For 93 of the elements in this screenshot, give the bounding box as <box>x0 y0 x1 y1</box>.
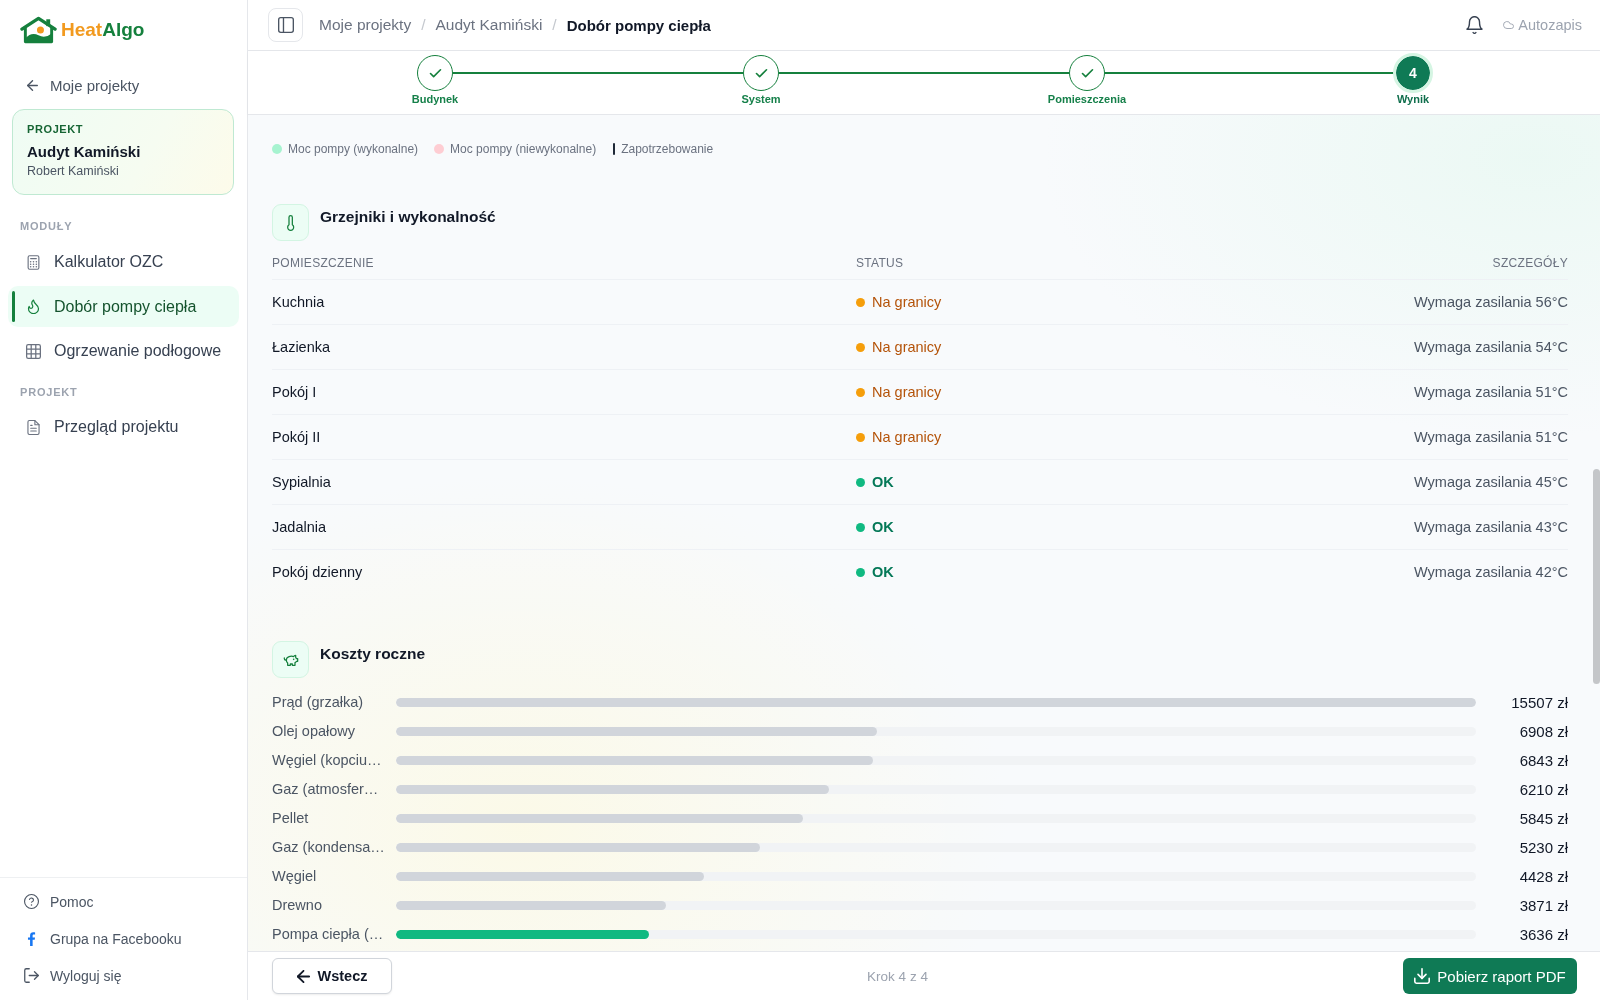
legend-label: Moc pompy (niewykonalne) <box>450 142 597 156</box>
step-check-icon[interactable] <box>743 55 779 91</box>
autosave-status: Autozapis <box>1518 17 1582 33</box>
section-heading: MODUŁY <box>19 220 73 233</box>
breadcrumb-current: Dobór pompy ciepła <box>566 16 711 34</box>
status-label: Na granicy <box>872 294 942 310</box>
section-title: Koszty roczne <box>320 644 426 664</box>
legend-label: Zapotrzebowanie <box>621 142 714 156</box>
cost-value: 3636 zł <box>1519 925 1568 943</box>
logout-icon <box>24 968 39 983</box>
step-counter: Krok 4 z 4 <box>867 968 928 984</box>
cost-label: Drewno <box>272 897 322 913</box>
nav-item[interactable]: Dobór pompy ciepła <box>8 286 239 327</box>
room-name: Pokój I <box>272 384 317 400</box>
breadcrumb-link[interactable]: Audyt Kamiński <box>435 16 543 34</box>
column-header: STATUS <box>856 256 904 271</box>
details-text: Wymaga zasilania 51°C <box>1414 429 1568 445</box>
status-label: OK <box>872 519 894 535</box>
panel-icon <box>277 17 294 33</box>
cost-value: 6843 zł <box>1519 751 1568 769</box>
flame-icon <box>26 299 41 314</box>
status-label: OK <box>872 564 894 580</box>
scrollbar-thumb[interactable] <box>1593 469 1600 684</box>
room-name: Kuchnia <box>272 294 325 310</box>
bell-icon[interactable] <box>1466 16 1484 34</box>
breadcrumb-link[interactable]: Moje projekty <box>319 16 412 34</box>
nav-item[interactable]: Przegląd projektu <box>8 406 239 448</box>
status-label: OK <box>872 474 894 490</box>
back-button[interactable]: Wstecz <box>272 958 392 994</box>
step-check-icon[interactable] <box>1069 55 1105 91</box>
cost-value: 6210 zł <box>1519 780 1568 798</box>
cost-label: Olej opałowy <box>272 723 355 739</box>
step-label: Pomieszczenia <box>1047 93 1127 106</box>
details-text: Wymaga zasilania 56°C <box>1414 294 1568 310</box>
breadcrumb-separator: / <box>421 16 426 34</box>
breadcrumb-separator: / <box>552 16 557 34</box>
cost-label: Prąd (grzałka) <box>272 694 364 710</box>
details-text: Wymaga zasilania 43°C <box>1414 519 1568 535</box>
legend-label: Moc pompy (wykonalne) <box>288 142 419 156</box>
back-link[interactable]: Moje projekty <box>8 70 146 100</box>
cost-value: 15507 zł <box>1511 693 1568 711</box>
cost-value: 3871 zł <box>1519 896 1568 914</box>
facebook-group-link[interactable]: Grupa na Facebooku <box>8 920 190 957</box>
status-label: Na granicy <box>872 429 942 445</box>
step-label: Budynek <box>411 93 459 106</box>
download-icon <box>1414 968 1431 984</box>
status-label: Na granicy <box>872 339 942 355</box>
nav-item[interactable]: Kalkulator OZC <box>8 241 239 283</box>
column-header: POMIESZCZENIE <box>272 256 374 271</box>
cost-value: 4428 zł <box>1519 867 1568 885</box>
cost-label: Węgiel <box>272 868 317 884</box>
cost-value: 5230 zł <box>1519 838 1568 856</box>
room-name: Pokój dzienny <box>272 564 363 580</box>
help-icon <box>24 894 39 909</box>
column-header: SZCZEGÓŁY <box>1492 256 1568 271</box>
cost-label: Gaz (kondensa… <box>272 839 385 855</box>
logout-link[interactable]: Wyloguj się <box>8 957 130 994</box>
cost-value: 6908 zł <box>1519 722 1568 740</box>
room-name: Sypialnia <box>272 474 331 490</box>
sidebar-toggle-button[interactable] <box>268 8 303 42</box>
client-name: Robert Kamiński <box>27 164 119 179</box>
cloud-icon <box>1503 21 1515 29</box>
project-name: Audyt Kamiński <box>27 143 141 161</box>
details-text: Wymaga zasilania 45°C <box>1414 474 1568 490</box>
nav-item[interactable]: Ogrzewanie podłogowe <box>8 330 239 372</box>
section-title: Grzejniki i wykonalność <box>320 207 496 227</box>
document-icon <box>26 419 41 435</box>
room-name: Łazienka <box>272 339 331 355</box>
cost-value: 5845 zł <box>1519 809 1568 827</box>
download-pdf-button[interactable]: Pobierz raport PDF <box>1403 958 1577 994</box>
project-label: PROJEKT <box>27 123 84 136</box>
cost-label: Gaz (atmosfer… <box>272 781 379 797</box>
details-text: Wymaga zasilania 51°C <box>1414 384 1568 400</box>
house-logo-icon <box>20 16 57 44</box>
help-link[interactable]: Pomoc <box>8 883 102 920</box>
calculator-icon <box>26 254 41 270</box>
cost-label: Pellet <box>272 810 309 826</box>
cost-label: Pompa ciepła (… <box>272 926 384 942</box>
step-number[interactable]: 4 <box>1393 53 1433 93</box>
thermometer-icon <box>272 204 309 241</box>
logo-text: HeatAlgo <box>61 19 145 41</box>
room-name: Pokój II <box>272 429 321 445</box>
details-text: Wymaga zasilania 54°C <box>1414 339 1568 355</box>
details-text: Wymaga zasilania 42°C <box>1414 564 1568 580</box>
cost-label: Węgiel (kopciu… <box>272 752 382 768</box>
step-label: System <box>741 93 781 106</box>
piggy-bank-icon <box>272 641 309 678</box>
room-name: Jadalnia <box>272 519 326 535</box>
grid-icon <box>26 343 41 359</box>
section-heading: PROJEKT <box>19 385 78 399</box>
step-label: Wynik <box>1396 93 1430 106</box>
status-label: Na granicy <box>872 384 942 400</box>
step-check-icon[interactable] <box>417 55 453 91</box>
